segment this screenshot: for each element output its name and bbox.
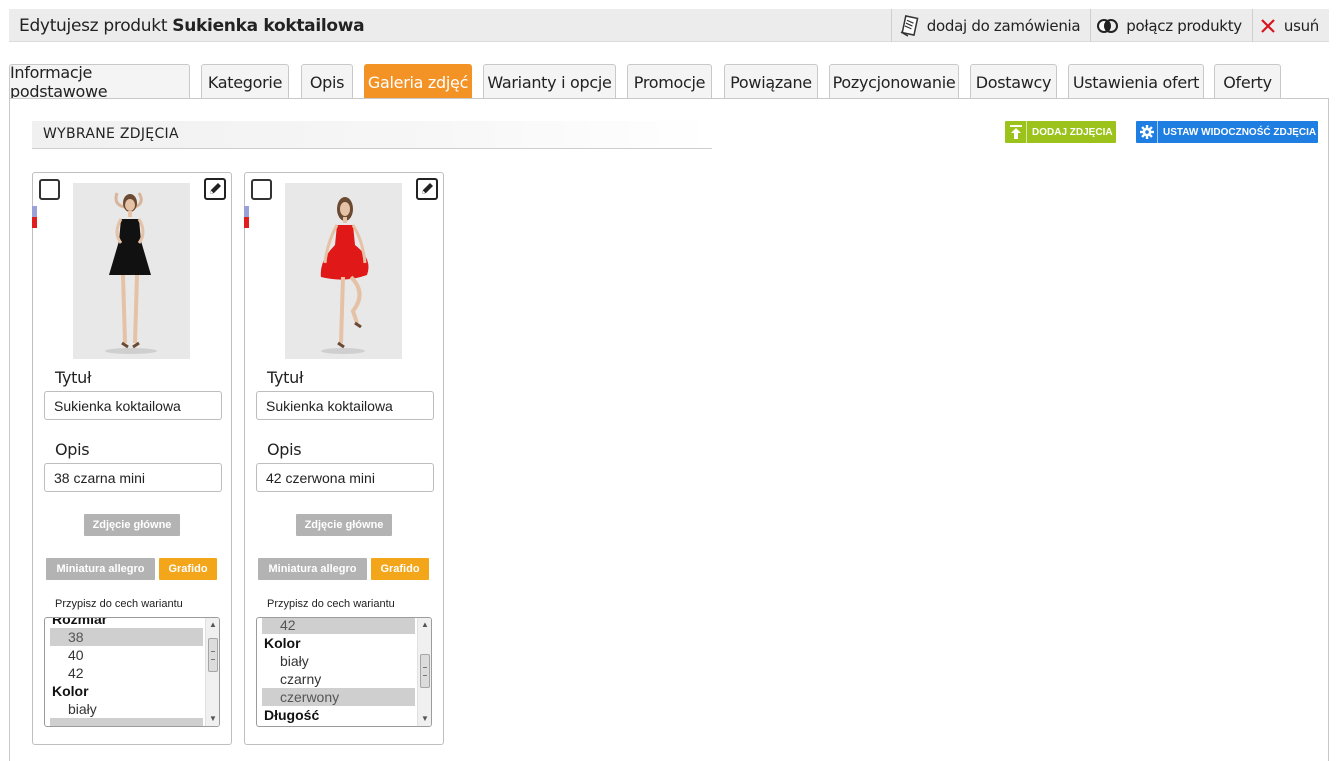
set-visibility-button[interactable]: USTAW WIDOCZNOŚĆ ZDJĘCIA [1136, 121, 1318, 143]
list-group-header: Kolor [264, 635, 301, 651]
variant-listbox[interactable]: 42 Kolor biały czarny czerwony Długość ▲… [256, 617, 432, 727]
pencil-icon [422, 183, 433, 194]
header-actions: dodaj do zamówienia połącz produkty usuń [890, 9, 1329, 42]
delete-button[interactable]: usuń [1251, 9, 1329, 42]
list-option[interactable] [50, 718, 203, 726]
scroll-down-arrow-icon[interactable]: ▼ [206, 712, 219, 726]
tab-pozycjonowanie[interactable]: Pozycjonowanie [829, 64, 959, 99]
edit-photo-button[interactable] [416, 178, 438, 200]
title-input[interactable] [256, 391, 434, 420]
color-flag-violet [32, 206, 37, 217]
pencil-icon [210, 183, 221, 194]
product-name: Sukienka koktailowa [172, 16, 365, 36]
photo-card: Tytuł Opis Zdjęcie główne Miniatura alle… [32, 172, 232, 745]
description-input[interactable] [44, 463, 222, 492]
tab-kategorie[interactable]: Kategorie [201, 64, 289, 99]
select-checkbox[interactable] [39, 179, 60, 200]
tab-promocje[interactable]: Promocje [627, 64, 712, 99]
product-photo[interactable] [73, 183, 190, 359]
gear-icon [1136, 121, 1158, 143]
main-photo-button[interactable]: Zdjęcie główne [84, 514, 180, 536]
product-photo[interactable] [285, 183, 402, 359]
list-option[interactable]: biały [45, 700, 205, 718]
page-title: Edytujesz produkt Sukienka koktailowa [19, 16, 365, 36]
edit-photo-button[interactable] [204, 178, 226, 200]
description-label: Opis [267, 440, 302, 459]
description-input[interactable] [256, 463, 434, 492]
grafido-button[interactable]: Grafido [371, 558, 429, 580]
list-option[interactable]: czerwony [262, 688, 415, 706]
scroll-up-arrow-icon[interactable]: ▲ [418, 618, 431, 632]
scroll-thumb[interactable] [208, 638, 218, 672]
list-option[interactable]: czarny [257, 670, 417, 688]
color-flag-red [32, 217, 37, 228]
assign-variant-label: Przypisz do cech wariantu [55, 598, 183, 610]
allegro-thumbnail-button[interactable]: Miniatura allegro [46, 558, 155, 580]
listbox-scrollbar[interactable]: ▲ ▼ [205, 618, 219, 726]
tab-powiazane[interactable]: Powiązane [724, 64, 818, 99]
tab-warianty-i-opcje[interactable]: Warianty i opcje [483, 64, 616, 99]
list-group-header: Kolor [52, 683, 89, 699]
gallery-panel: WYBRANE ZDJĘCIA DODAJ ZDJĘCIA USTAW WIDO… [9, 98, 1329, 761]
list-option[interactable]: 42 [262, 618, 415, 634]
photo-card: Tytuł Opis Zdjęcie główne Miniatura alle… [244, 172, 444, 745]
order-icon [900, 14, 919, 37]
page-header: Edytujesz produkt Sukienka koktailowa do… [9, 9, 1329, 42]
list-group-header: Długość [264, 707, 320, 723]
select-checkbox[interactable] [251, 179, 272, 200]
merge-products-button[interactable]: połącz produkty [1090, 9, 1252, 42]
main-photo-button[interactable]: Zdjęcie główne [296, 514, 392, 536]
allegro-thumbnail-button[interactable]: Miniatura allegro [258, 558, 367, 580]
add-to-order-button[interactable]: dodaj do zamówienia [890, 9, 1091, 42]
add-photos-button[interactable]: DODAJ ZDJĘCIA [1005, 121, 1116, 143]
tab-dostawcy[interactable]: Dostawcy [970, 64, 1057, 99]
merge-products-label: połącz produkty [1126, 16, 1242, 35]
description-label: Opis [55, 440, 90, 459]
title-input[interactable] [44, 391, 222, 420]
merge-icon [1097, 18, 1119, 33]
color-flag-red [244, 217, 249, 228]
upload-icon [1005, 121, 1027, 143]
scroll-thumb[interactable] [420, 654, 430, 688]
delete-label: usuń [1283, 16, 1319, 35]
tab-informacje-podstawowe[interactable]: Informacje podstawowe [9, 63, 190, 101]
list-option[interactable]: biały [257, 652, 417, 670]
title-label: Tytuł [55, 368, 92, 387]
scroll-down-arrow-icon[interactable]: ▼ [418, 712, 431, 726]
variant-listbox[interactable]: Rozmiar 38 40 42 Kolor biały ▲ ▼ [44, 617, 220, 727]
tab-ustawienia-ofert[interactable]: Ustawienia ofert [1068, 64, 1204, 99]
list-group-header: Rozmiar [52, 617, 108, 627]
close-icon [1261, 18, 1275, 33]
title-label: Tytuł [267, 368, 304, 387]
grafido-button[interactable]: Grafido [159, 558, 217, 580]
title-prefix: Edytujesz produkt [19, 16, 173, 36]
tab-galeria-zdjec[interactable]: Galeria zdjęć [364, 64, 472, 99]
section-title: WYBRANE ZDJĘCIA [32, 121, 712, 149]
add-photos-label: DODAJ ZDJĘCIA [1032, 126, 1113, 138]
list-option[interactable]: 40 [45, 646, 205, 664]
color-flag-violet [244, 206, 249, 217]
list-option[interactable]: 38 [50, 628, 203, 646]
listbox-scrollbar[interactable]: ▲ ▼ [417, 618, 431, 726]
scroll-up-arrow-icon[interactable]: ▲ [206, 618, 219, 632]
list-option[interactable]: 42 [45, 664, 205, 682]
tab-oferty[interactable]: Oferty [1214, 64, 1281, 99]
assign-variant-label: Przypisz do cech wariantu [267, 598, 395, 610]
add-to-order-label: dodaj do zamówienia [926, 16, 1081, 35]
set-visibility-label: USTAW WIDOCZNOŚĆ ZDJĘCIA [1163, 126, 1317, 138]
tab-opis[interactable]: Opis [301, 64, 353, 99]
